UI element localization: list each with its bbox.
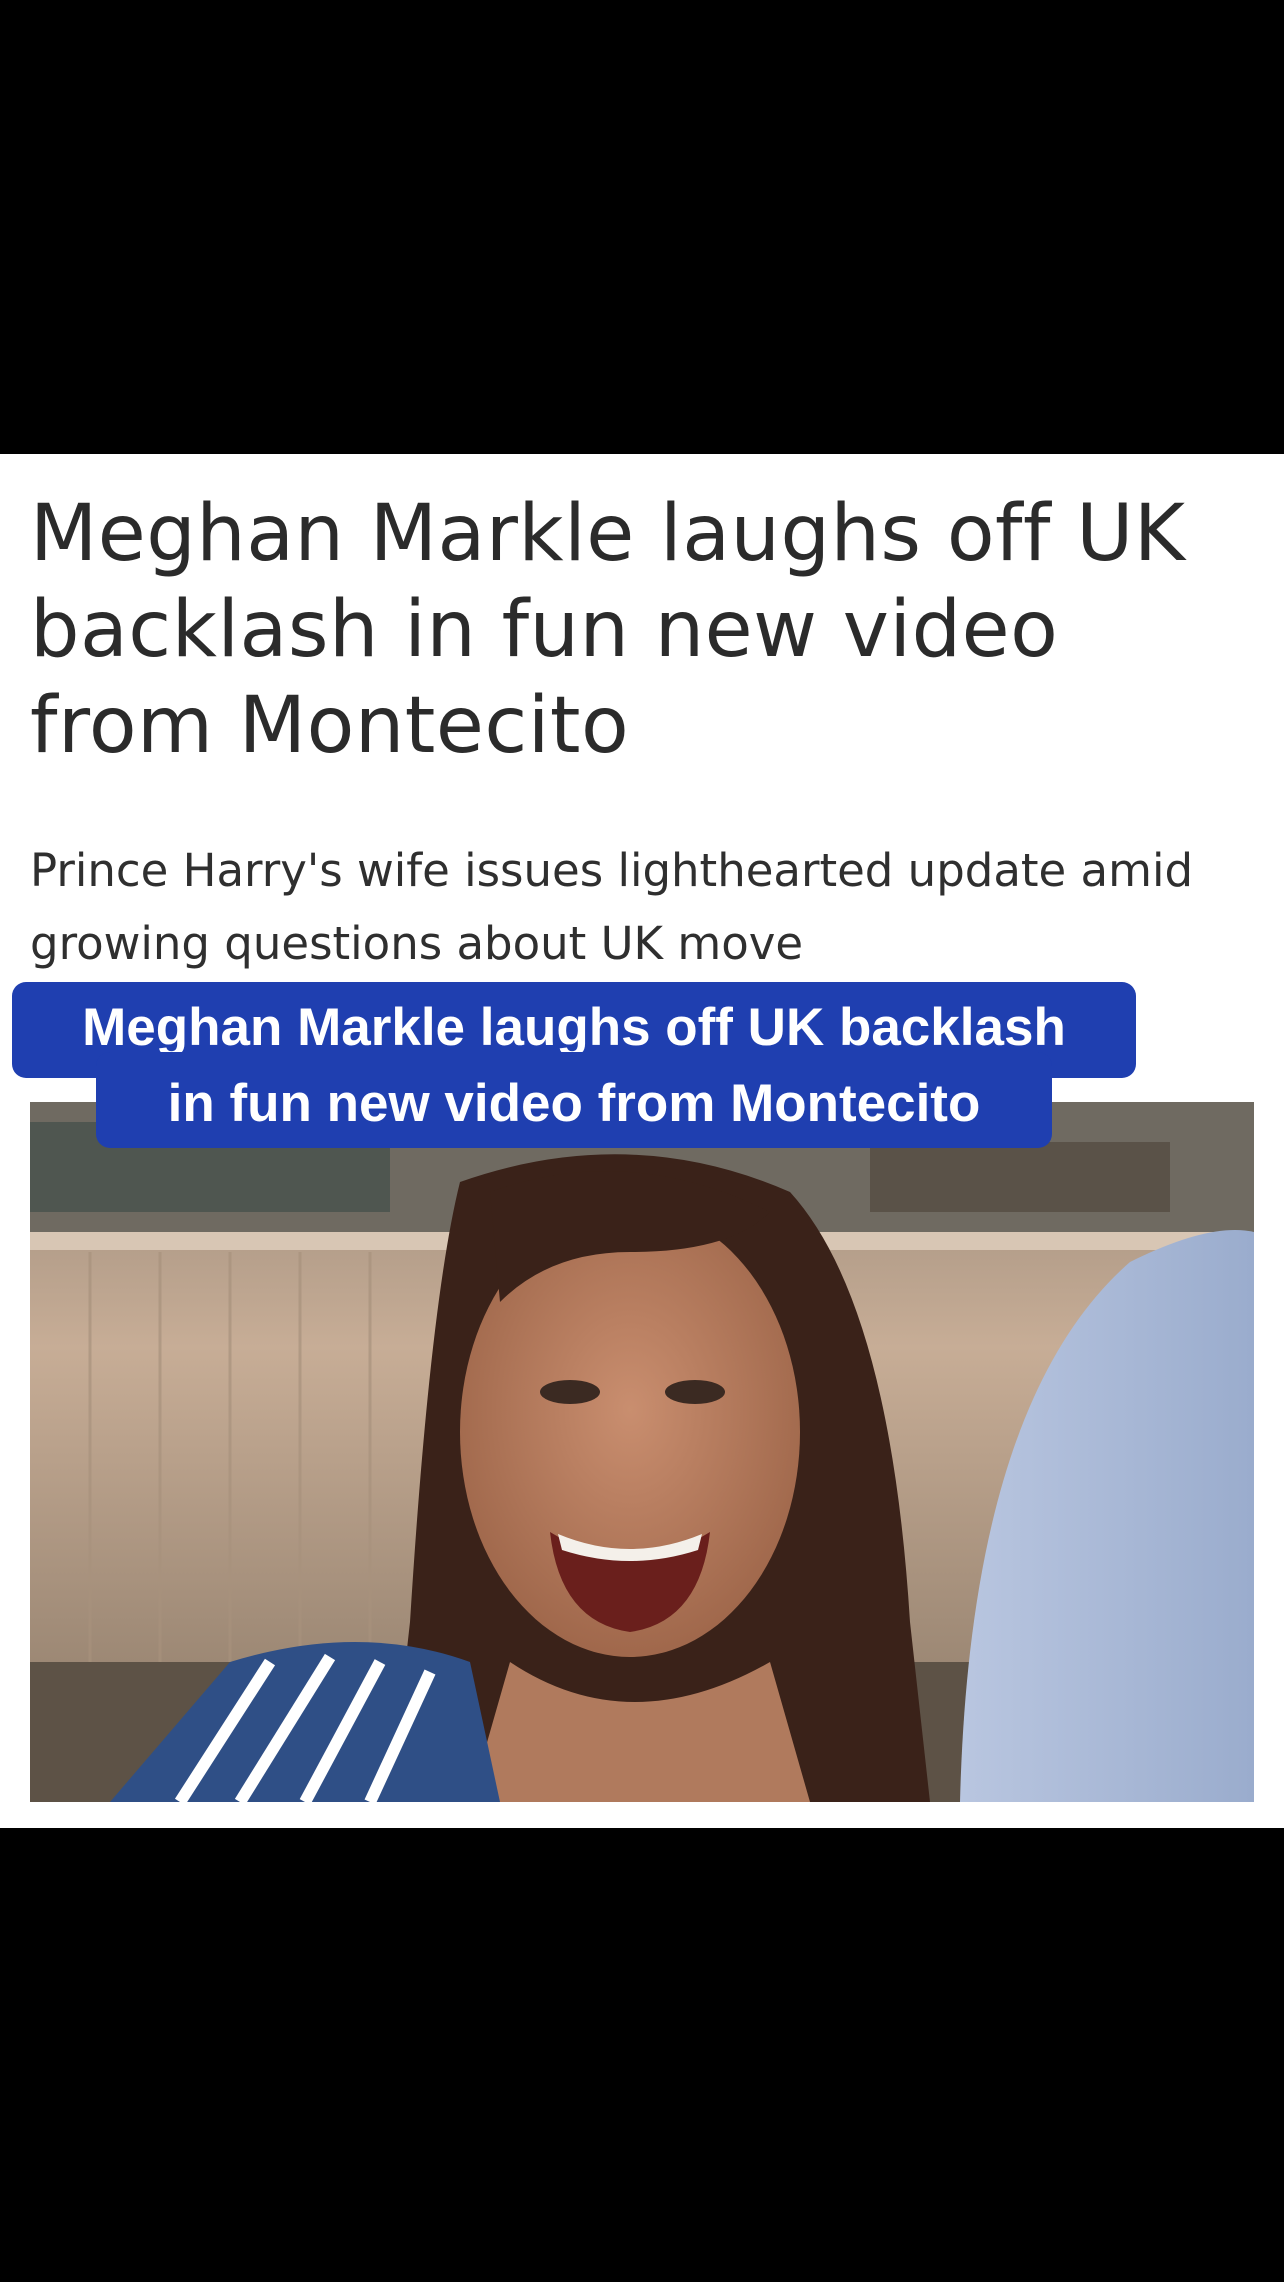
top-letterbox: [0, 0, 1284, 454]
video-thumbnail[interactable]: [30, 1102, 1254, 1802]
article-headline[interactable]: Meghan Markle laughs off UK backlash in …: [30, 486, 1260, 774]
article-subheadline: Prince Harry's wife issues lighthearted …: [30, 844, 1194, 970]
bottom-letterbox: [0, 1828, 1284, 2282]
article-card[interactable]: Meghan Markle laughs off UK backlash in …: [0, 454, 1284, 1828]
video-caption-line-2: in fun new video from Montecito: [96, 1052, 1052, 1148]
thumbnail-photo: [30, 1102, 1254, 1802]
